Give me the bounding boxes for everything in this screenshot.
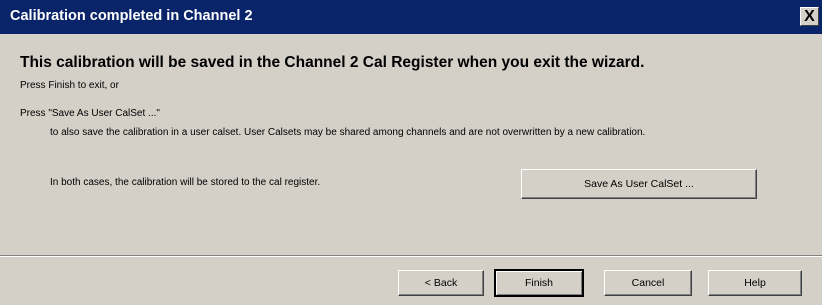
- back-button[interactable]: < Back: [398, 270, 484, 296]
- close-button[interactable]: X: [800, 7, 819, 26]
- page-title: This calibration will be saved in the Ch…: [20, 54, 645, 71]
- dialog-content: This calibration will be saved in the Ch…: [0, 34, 822, 255]
- finish-instruction: Press Finish to exit, or: [20, 80, 119, 91]
- save-instruction: Press "Save As User CalSet ...": [20, 108, 160, 119]
- calset-description: to also save the calibration in a user c…: [50, 127, 646, 138]
- cal-register-note: In both cases, the calibration will be s…: [50, 177, 321, 188]
- save-as-user-calset-button[interactable]: Save As User CalSet ...: [521, 169, 757, 199]
- close-icon: X: [804, 8, 815, 25]
- window-title: Calibration completed in Channel 2: [10, 8, 253, 24]
- help-button[interactable]: Help: [708, 270, 802, 296]
- cancel-button[interactable]: Cancel: [604, 270, 692, 296]
- wizard-footer: < Back Finish Cancel Help: [0, 257, 822, 305]
- title-bar: Calibration completed in Channel 2 X: [0, 0, 822, 34]
- calibration-dialog: Calibration completed in Channel 2 X Thi…: [0, 0, 822, 305]
- finish-button[interactable]: Finish: [494, 269, 584, 297]
